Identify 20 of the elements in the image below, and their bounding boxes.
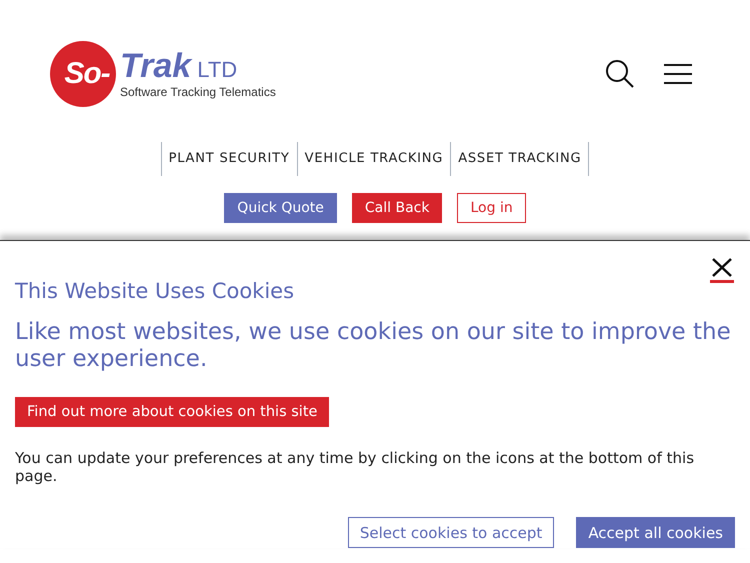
- menu-icon[interactable]: [664, 63, 692, 85]
- nav-link[interactable]: ASSET TRACKING: [450, 142, 590, 176]
- nav-link[interactable]: PLANT SECURITY: [160, 142, 297, 176]
- header-button[interactable]: Call Back: [352, 193, 442, 223]
- cookie-button[interactable]: Select cookies to accept: [348, 517, 554, 548]
- tagline: Software Tracking Telematics: [120, 85, 276, 99]
- cookie-title: This Website Uses Cookies: [15, 279, 296, 303]
- close-icon[interactable]: [710, 257, 734, 283]
- cookie-button[interactable]: Accept all cookies: [576, 517, 735, 548]
- brand-name: Trak: [120, 49, 192, 83]
- logo-mark: So-: [50, 41, 116, 107]
- header-button[interactable]: Log in: [457, 193, 526, 223]
- cookie-info-button[interactable]: Find out more about cookies on this site: [15, 397, 330, 427]
- header-button[interactable]: Quick Quote: [224, 193, 337, 223]
- brand-suffix: LTD: [197, 57, 238, 83]
- cookie-note: You can update your preferences at any time by clicking on the icons at the bottom of this page.: [15, 449, 696, 485]
- logo[interactable]: So- Trak LTD Software Tracking Telematics: [50, 41, 276, 107]
- cookie-lead: Like most websites, we use cookies on our site to improve the user experience.: [15, 319, 732, 373]
- nav-link[interactable]: VEHICLE TRACKING: [296, 142, 450, 176]
- search-icon[interactable]: [604, 58, 636, 90]
